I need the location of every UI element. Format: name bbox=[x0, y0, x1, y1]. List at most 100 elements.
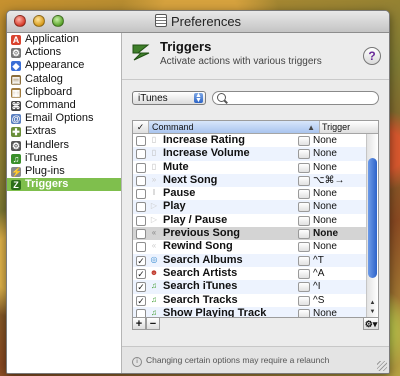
sidebar-item-actions[interactable]: ⚙ Actions bbox=[7, 46, 121, 59]
enable-checkbox[interactable] bbox=[136, 175, 146, 186]
trigger-shortcut[interactable]: None bbox=[313, 161, 337, 174]
command-name: Search Tracks bbox=[163, 293, 238, 306]
section-header: Triggers Activate actions with various t… bbox=[122, 33, 389, 80]
title-bar[interactable]: Preferences bbox=[7, 11, 389, 33]
pause-icon: ‖ bbox=[152, 188, 156, 198]
trigger-type-keyboard-icon bbox=[298, 255, 310, 266]
album-icon: ◎ bbox=[150, 254, 158, 264]
table-row[interactable]: » Next Song ⌥⌘→ bbox=[133, 173, 378, 188]
table-row[interactable]: ‖ Pause None bbox=[133, 187, 378, 200]
enable-checkbox[interactable] bbox=[136, 162, 146, 173]
scroll-down-arrow-icon[interactable]: ▼ bbox=[368, 308, 377, 316]
table-row[interactable]: « Rewind Song None bbox=[133, 240, 378, 253]
enable-checkbox[interactable]: ✓ bbox=[136, 295, 146, 306]
remove-trigger-button[interactable]: − bbox=[146, 317, 160, 330]
sidebar-item-itunes[interactable]: ♫ iTunes bbox=[7, 152, 121, 165]
enable-checkbox[interactable] bbox=[136, 242, 146, 253]
trigger-shortcut[interactable]: ^T bbox=[313, 254, 324, 267]
trigger-type-keyboard-icon bbox=[298, 282, 310, 293]
table-row[interactable]: ✓ ◎ Search Albums ^T bbox=[133, 253, 378, 267]
sidebar-item-clipboard[interactable]: ▦ Clipboard bbox=[7, 86, 121, 99]
handlers-icon: ⚙ bbox=[11, 140, 21, 151]
search-input[interactable] bbox=[229, 92, 361, 104]
trigger-shortcut[interactable]: None bbox=[313, 214, 337, 227]
sidebar-item-application[interactable]: A Application bbox=[7, 33, 121, 46]
sidebar-item-triggers[interactable]: Z Triggers bbox=[7, 178, 121, 192]
sidebar-item-label: Appearance bbox=[25, 59, 85, 72]
enable-checkbox[interactable] bbox=[136, 215, 146, 226]
section-subtitle: Activate actions with various triggers bbox=[160, 56, 322, 67]
sidebar-item-label: Clipboard bbox=[25, 85, 73, 98]
table-header: ✓ Command ▲ Trigger bbox=[133, 121, 378, 134]
sidebar-item-catalog[interactable]: ▤ Catalog bbox=[7, 73, 121, 86]
sidebar-item-appearance[interactable]: ◆ Appearance bbox=[7, 59, 121, 72]
scroll-up-arrow-icon[interactable]: ▲ bbox=[368, 299, 377, 307]
sidebar-item-email-options[interactable]: @ Email Options bbox=[7, 112, 121, 125]
table-row[interactable]: ▯ Mute None bbox=[133, 161, 378, 174]
vertical-scrollbar[interactable]: ▲ ▼ bbox=[366, 134, 378, 317]
trigger-source-select[interactable]: iTunes ▲ ▼ bbox=[132, 91, 206, 105]
sidebar: A Application ⚙ Actions ◆ Appearance ▤ Catalog ▦… bbox=[7, 33, 122, 373]
command-name: Play bbox=[163, 200, 186, 213]
trigger-type-keyboard-icon bbox=[298, 149, 310, 160]
add-trigger-button[interactable]: + bbox=[132, 317, 146, 330]
sidebar-item-command[interactable]: ⌘ Command bbox=[7, 99, 121, 112]
table-row[interactable]: ▯ Increase Rating None bbox=[133, 134, 378, 147]
enable-checkbox[interactable] bbox=[136, 189, 146, 200]
trigger-type-keyboard-icon bbox=[298, 268, 310, 279]
scrollbar-thumb[interactable] bbox=[368, 158, 377, 278]
trigger-shortcut[interactable]: None bbox=[313, 147, 337, 160]
trigger-shortcut[interactable]: ^S bbox=[313, 294, 324, 307]
enable-checkbox[interactable] bbox=[136, 202, 146, 213]
clipboard-icon: ▦ bbox=[11, 87, 21, 98]
trigger-shortcut[interactable]: None bbox=[313, 134, 337, 147]
trigger-shortcut[interactable]: ^I bbox=[313, 280, 320, 293]
rewind-icon: « bbox=[151, 241, 157, 251]
trigger-type-keyboard-icon bbox=[298, 189, 310, 200]
filter-bar: iTunes ▲ ▼ bbox=[132, 91, 379, 107]
trigger-shortcut[interactable]: ⌥⌘→ bbox=[313, 174, 345, 187]
table-row[interactable]: ▷ Play None bbox=[133, 200, 378, 214]
sidebar-item-handlers[interactable]: ⚙ Handlers bbox=[7, 139, 121, 152]
enable-checkbox[interactable] bbox=[136, 229, 146, 240]
sidebar-item-label: Email Options bbox=[25, 112, 94, 125]
column-header-enabled[interactable]: ✓ bbox=[133, 121, 149, 133]
enable-checkbox[interactable]: ✓ bbox=[136, 268, 146, 279]
sidebar-item-label: Plug-ins bbox=[25, 164, 65, 177]
trigger-type-keyboard-icon bbox=[298, 162, 310, 173]
search-field[interactable] bbox=[212, 91, 379, 105]
play-icon: ▷ bbox=[150, 201, 158, 211]
trigger-shortcut[interactable]: None bbox=[313, 200, 337, 213]
command-name: Increase Volume bbox=[163, 147, 250, 160]
command-name: Play / Pause bbox=[163, 213, 228, 226]
sidebar-item-plug-ins[interactable]: ⚡ Plug-ins bbox=[7, 165, 121, 178]
command-name: Increase Rating bbox=[163, 134, 245, 146]
trigger-shortcut[interactable]: None bbox=[313, 227, 338, 240]
table-row[interactable]: ✓ ♫ Search Tracks ^S bbox=[133, 294, 378, 307]
sidebar-item-extras[interactable]: ✚ Extras bbox=[7, 125, 121, 138]
resize-grip-icon[interactable] bbox=[377, 361, 387, 371]
artist-icon: ☻ bbox=[149, 267, 159, 277]
enable-checkbox[interactable] bbox=[136, 149, 146, 160]
enable-checkbox[interactable]: ✓ bbox=[136, 282, 146, 293]
sidebar-item-label: Actions bbox=[25, 46, 62, 59]
table-row[interactable]: ▯ Increase Volume None bbox=[133, 147, 378, 161]
table-row[interactable]: « Previous Song None bbox=[133, 227, 378, 241]
column-header-trigger[interactable]: Trigger bbox=[318, 121, 350, 133]
help-button[interactable]: ? bbox=[363, 47, 381, 65]
trigger-shortcut[interactable]: None bbox=[313, 240, 337, 253]
table-row[interactable]: ✓ ♫ Search iTunes ^I bbox=[133, 280, 378, 294]
sidebar-item-label: Extras bbox=[25, 125, 57, 138]
command-name: Next Song bbox=[163, 173, 218, 186]
previous-icon: « bbox=[151, 228, 157, 238]
enable-checkbox[interactable]: ✓ bbox=[136, 255, 146, 266]
action-menu-button[interactable]: ⚙▾ bbox=[363, 317, 379, 330]
trigger-shortcut[interactable]: None bbox=[313, 187, 337, 200]
trigger-shortcut[interactable]: ^A bbox=[313, 267, 324, 280]
table-row[interactable]: ✓ ☻ Search Artists ^A bbox=[133, 267, 378, 280]
enable-checkbox[interactable] bbox=[136, 136, 146, 146]
sidebar-item-label: iTunes bbox=[25, 151, 58, 164]
table-row[interactable]: ▷ Play / Pause None bbox=[133, 214, 378, 227]
column-header-command[interactable]: Command ▲ bbox=[149, 121, 320, 133]
sidebar-item-label: Handlers bbox=[25, 138, 70, 151]
